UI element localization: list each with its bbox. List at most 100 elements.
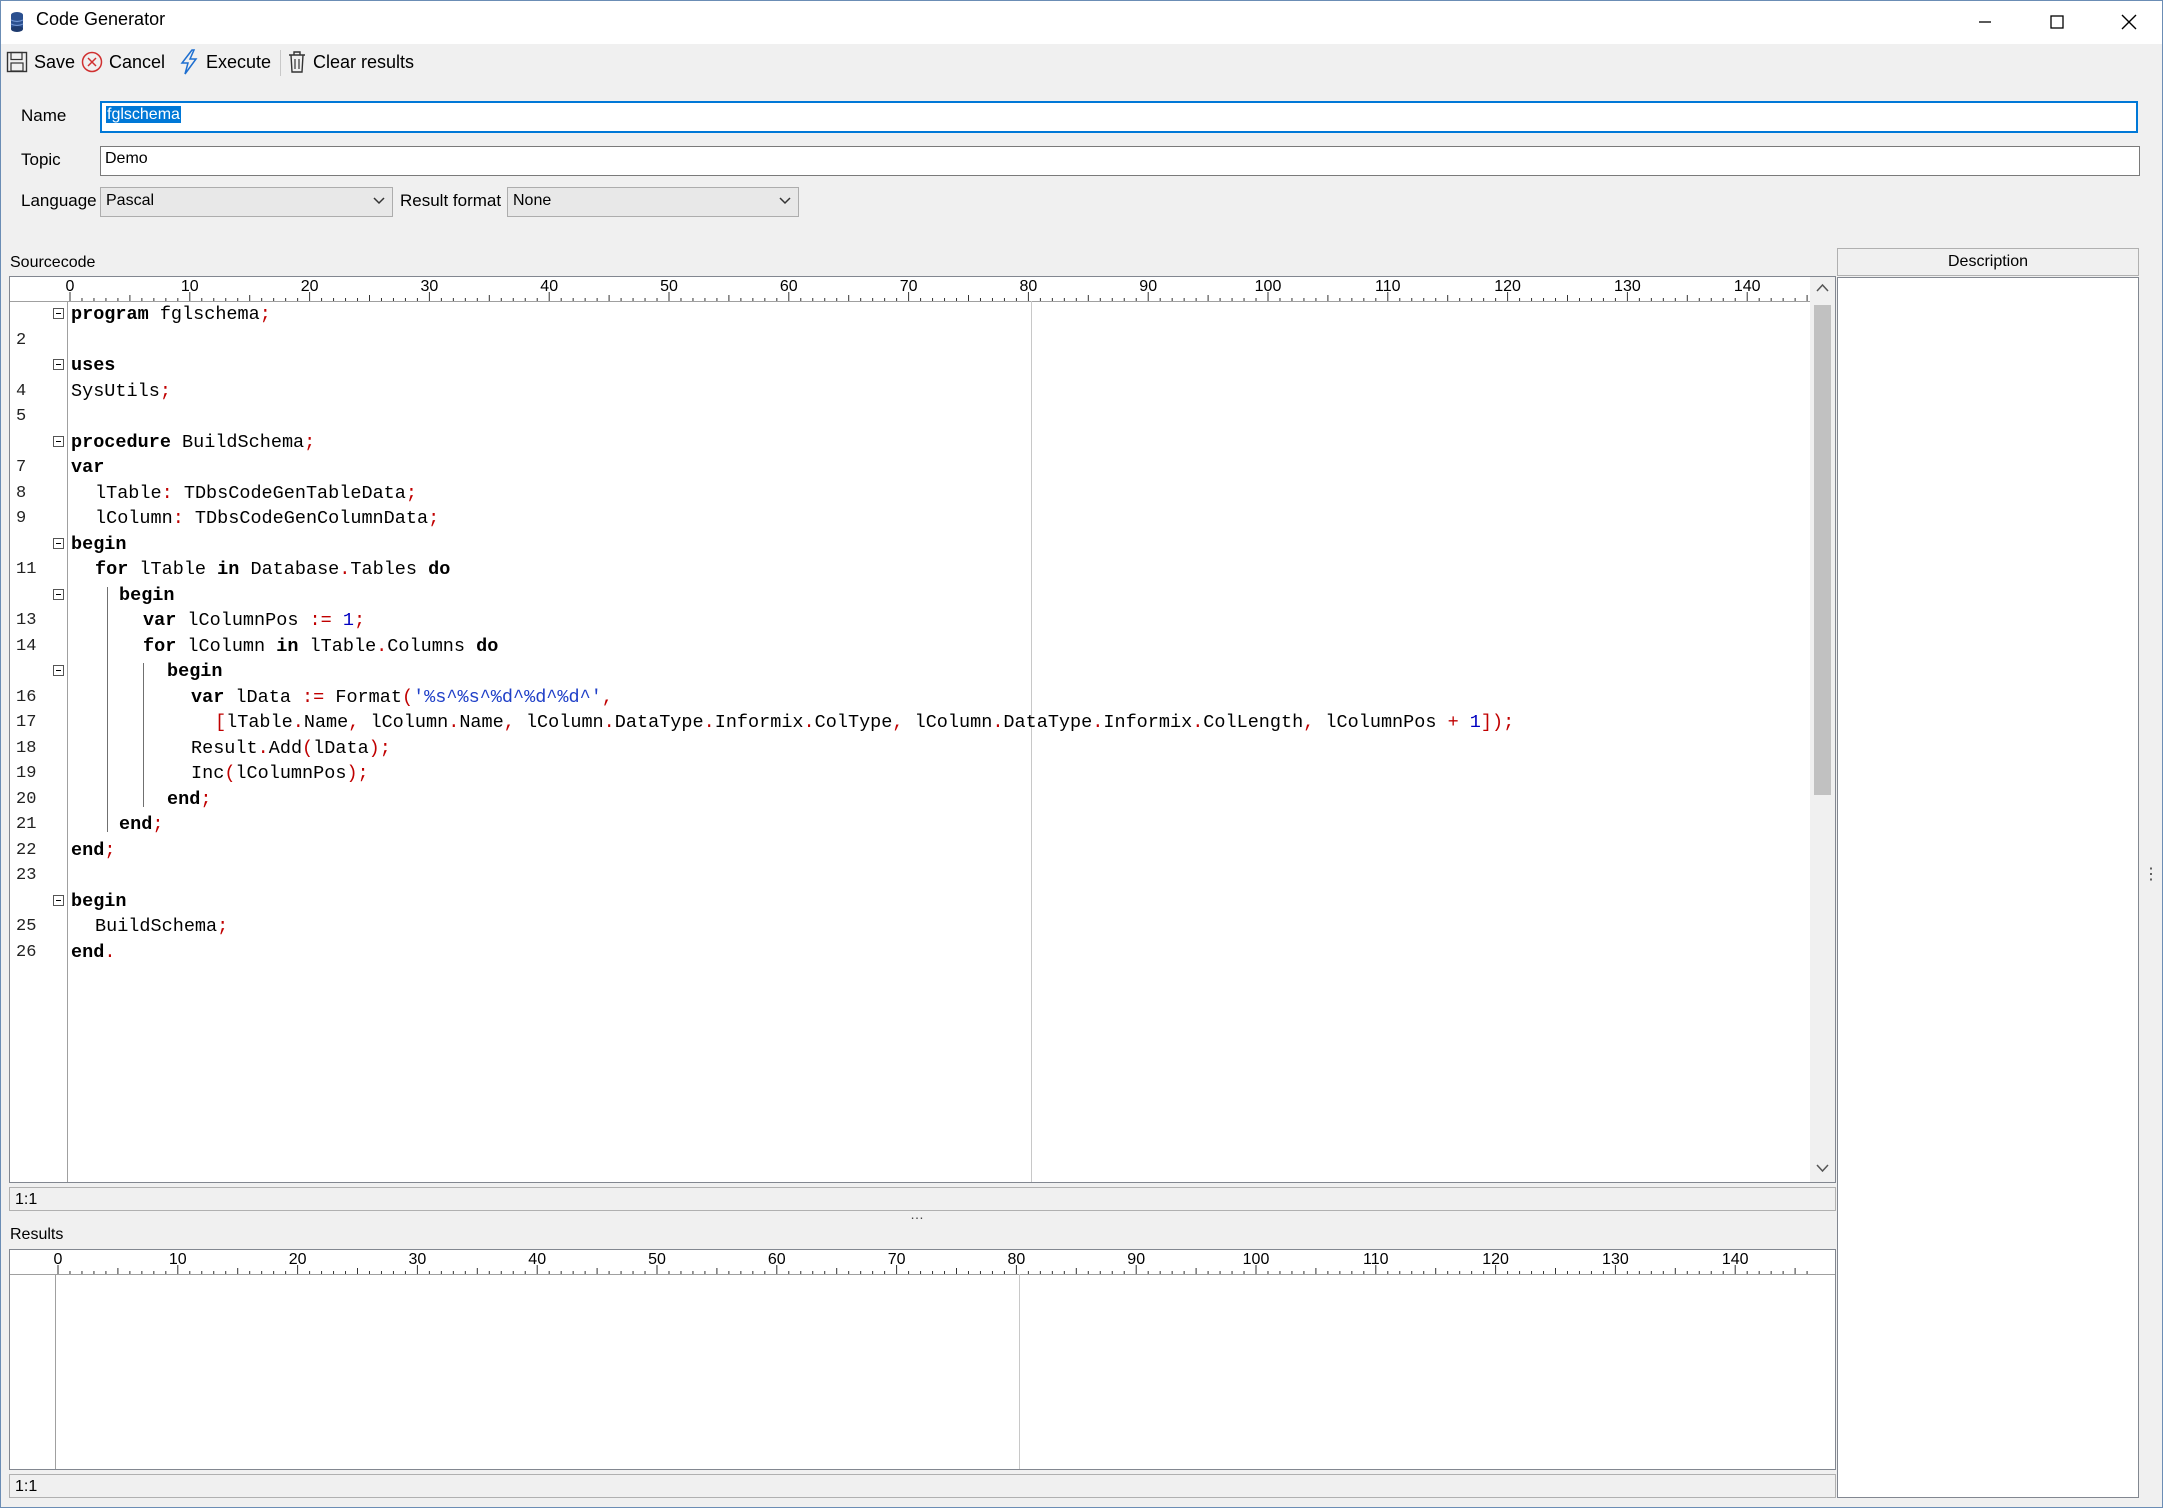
code-token: Name bbox=[459, 712, 504, 733]
ruler-label: 60 bbox=[768, 1251, 786, 1268]
code-token: end bbox=[71, 839, 105, 861]
sourcecode-editor[interactable]: 0 10 20 30 40 50 60 70 80 90 100 110 120 130 140 progr… bbox=[9, 276, 1836, 1183]
fold-collapse-icon[interactable] bbox=[53, 359, 64, 370]
code-line: 8 lTable: TDbsCodeGenTableData; bbox=[10, 481, 1810, 506]
code-token: 1 bbox=[1469, 712, 1481, 733]
code-line: 9 lColumn: TDbsCodeGenColumnData; bbox=[10, 506, 1810, 531]
gutter-divider bbox=[55, 1274, 56, 1469]
sourcecode-cursor-position: 1:1 bbox=[15, 1191, 38, 1208]
code-token: ColLength bbox=[1203, 712, 1304, 733]
app-database-icon bbox=[10, 12, 24, 32]
maximize-button[interactable] bbox=[2021, 0, 2093, 44]
fold-collapse-icon[interactable] bbox=[53, 665, 64, 676]
fold-collapse-icon[interactable] bbox=[53, 894, 64, 906]
ruler-label: 30 bbox=[409, 1251, 427, 1268]
result-format-select[interactable]: None bbox=[507, 187, 799, 217]
code-token: DataType bbox=[1003, 712, 1093, 733]
toolbar: Save Cancel Execute Clear results bbox=[0, 44, 2163, 80]
cancel-icon bbox=[81, 51, 103, 73]
ruler-label: 140 bbox=[1734, 278, 1761, 295]
code-line: 4 SysUtils; bbox=[10, 379, 1810, 404]
fold-collapse-icon[interactable] bbox=[53, 537, 64, 549]
vertical-splitter-grip[interactable]: ⋮ bbox=[2143, 864, 2159, 884]
code-line: 7 var bbox=[10, 455, 1810, 480]
ruler-label: 0 bbox=[66, 278, 75, 295]
line-number: 4 bbox=[16, 381, 27, 401]
fold-collapse-icon[interactable] bbox=[53, 308, 64, 319]
code-token: lColumn bbox=[95, 508, 173, 529]
ruler-label: 30 bbox=[421, 278, 439, 295]
topic-value: Demo bbox=[105, 150, 148, 167]
code-token: , bbox=[892, 712, 904, 733]
code-token: lColumn bbox=[176, 635, 277, 657]
description-field[interactable] bbox=[1837, 277, 2139, 1498]
save-button[interactable]: Save bbox=[6, 44, 75, 80]
code-token: lColumnPos bbox=[235, 763, 347, 784]
code-token: . bbox=[376, 635, 388, 657]
cancel-label: Cancel bbox=[109, 51, 166, 72]
results-label: Results bbox=[10, 1226, 64, 1243]
close-button[interactable] bbox=[2093, 0, 2163, 44]
ruler-scale: 0 10 20 30 40 50 60 70 80 90 100 110 120 130 140 bbox=[66, 278, 1820, 301]
clear-results-button[interactable]: Clear results bbox=[287, 44, 414, 80]
code-token: Tables bbox=[350, 559, 429, 580]
language-value: Pascal bbox=[106, 192, 155, 209]
code-line: 18 Result.Add(lData); bbox=[10, 736, 1810, 761]
code-token: var bbox=[191, 686, 225, 708]
code-text: BuildSchema; bbox=[95, 914, 228, 939]
code-token: lTable bbox=[298, 635, 377, 657]
minimize-button[interactable] bbox=[1949, 0, 2021, 44]
code-line: 23 bbox=[10, 863, 1810, 888]
ruler-label: 140 bbox=[1722, 1251, 1749, 1268]
result-format-value: None bbox=[513, 192, 552, 209]
ruler-label: 40 bbox=[540, 278, 558, 295]
code-token: ; bbox=[259, 304, 271, 325]
ruler-label: 110 bbox=[1363, 1251, 1389, 1268]
description-header: Description bbox=[1837, 248, 2139, 276]
code-token: ; bbox=[200, 788, 212, 810]
code-token: uses bbox=[71, 355, 116, 376]
code-token: Columns bbox=[387, 635, 477, 657]
scrollbar-thumb[interactable] bbox=[1814, 305, 1831, 795]
code-token: . bbox=[703, 712, 715, 733]
scroll-up-icon[interactable] bbox=[1816, 283, 1829, 293]
ruler-label: 10 bbox=[181, 278, 199, 295]
code-token: lTable bbox=[95, 482, 162, 504]
ruler-label: 120 bbox=[1494, 278, 1521, 295]
result-format-label: Result format bbox=[400, 191, 502, 210]
code-text: end; bbox=[167, 787, 211, 812]
code-line: 22 end; bbox=[10, 838, 1810, 863]
code-token: program bbox=[71, 304, 149, 325]
fold-collapse-icon[interactable] bbox=[53, 435, 64, 447]
code-token: Result bbox=[191, 737, 258, 759]
code-token: TDbsCodeGenColumnData bbox=[183, 508, 429, 529]
code-line: program fglschema; bbox=[10, 302, 1810, 327]
code-line: 14 for lColumn in lTable.Columns do bbox=[10, 634, 1810, 659]
vertical-scrollbar[interactable] bbox=[1810, 277, 1835, 1182]
language-select[interactable]: Pascal bbox=[100, 187, 393, 217]
code-token: . bbox=[448, 712, 460, 733]
line-number: 20 bbox=[16, 789, 37, 809]
code-token: ColType bbox=[814, 712, 893, 733]
code-line: begin bbox=[10, 889, 1810, 914]
code-line: 20 end; bbox=[10, 787, 1810, 812]
code-token: end bbox=[119, 814, 153, 835]
code-token: ; bbox=[405, 482, 417, 504]
code-token: var bbox=[71, 457, 105, 478]
line-number: 23 bbox=[16, 866, 37, 885]
fold-collapse-icon[interactable] bbox=[53, 588, 64, 600]
code-token: lData bbox=[313, 737, 369, 759]
topic-field[interactable]: Demo bbox=[100, 146, 2140, 176]
execute-button[interactable]: Execute bbox=[178, 44, 271, 80]
code-line: 19 Inc(lColumnPos); bbox=[10, 761, 1810, 786]
cancel-button[interactable]: Cancel bbox=[81, 44, 165, 80]
code-token: . bbox=[1192, 712, 1204, 733]
horizontal-splitter-grip[interactable]: … bbox=[910, 1206, 924, 1222]
window-title: Code Generator bbox=[36, 9, 166, 29]
name-field[interactable]: fglschema bbox=[100, 101, 2138, 133]
scroll-down-icon[interactable] bbox=[1816, 1163, 1829, 1173]
results-cursor-position: 1:1 bbox=[15, 1478, 38, 1495]
code-token: lColumn bbox=[903, 712, 993, 733]
results-editor[interactable]: 0 10 20 30 40 50 60 70 80 90 100 110 120 130 140 bbox=[9, 1249, 1836, 1470]
